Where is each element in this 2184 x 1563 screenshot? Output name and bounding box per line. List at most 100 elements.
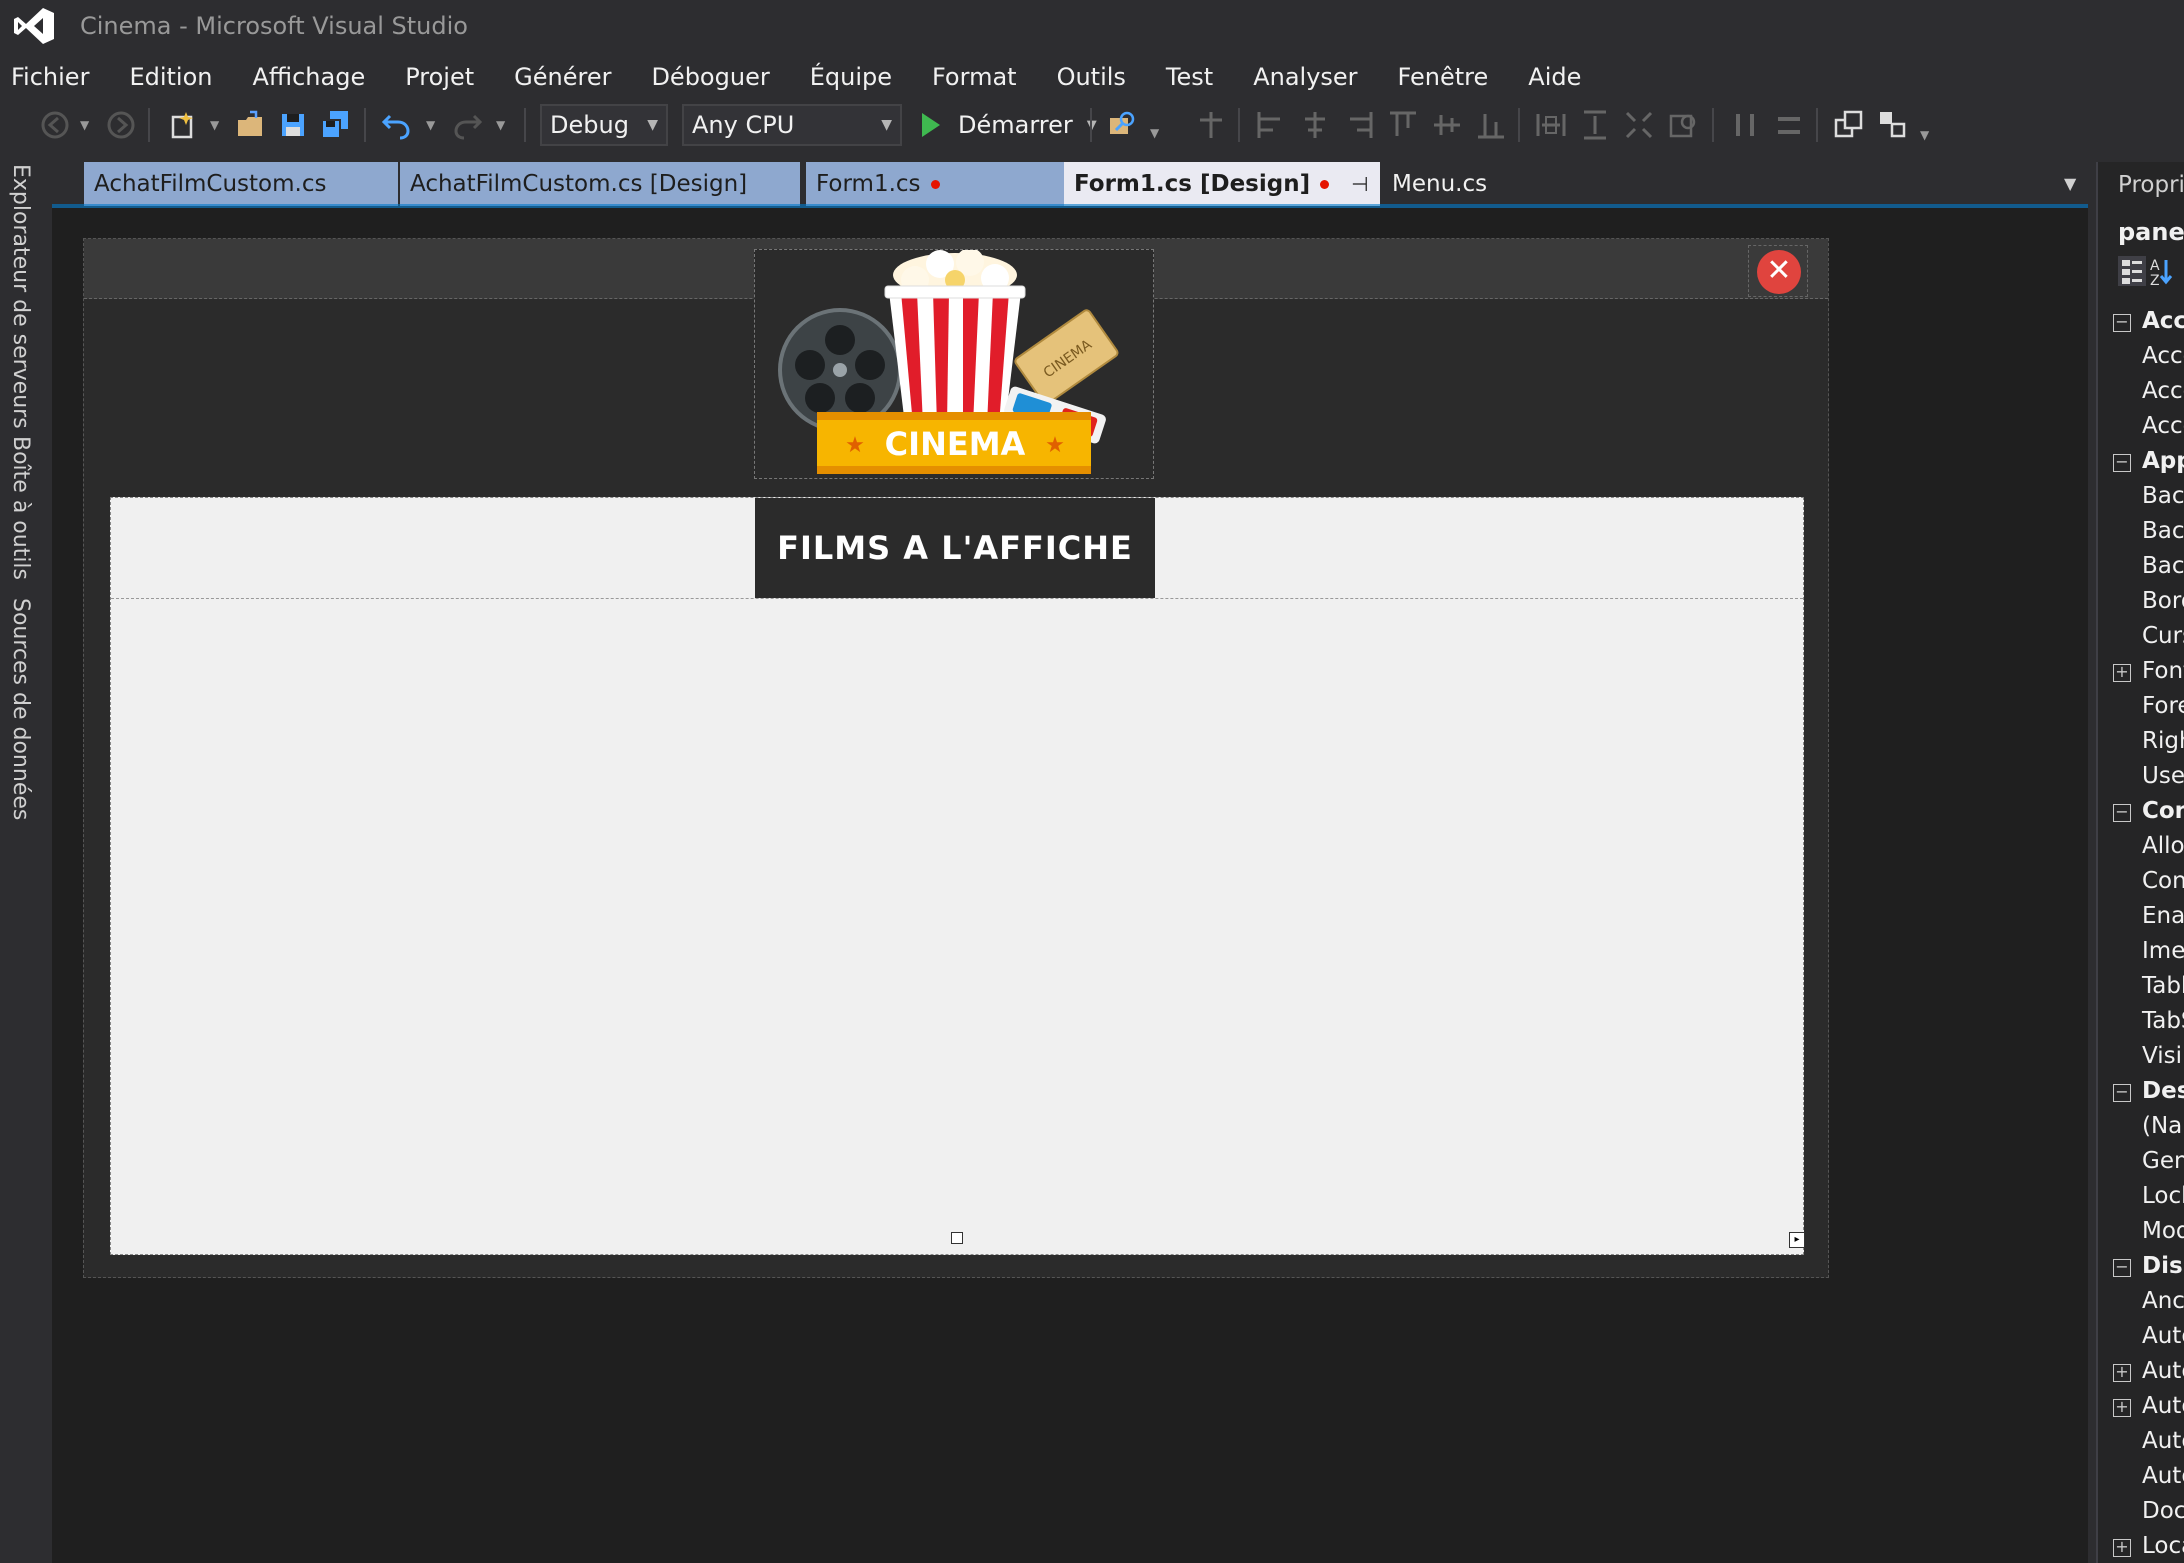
save-icon[interactable]	[276, 108, 310, 142]
navigate-forward-icon[interactable]	[104, 108, 138, 142]
property-row[interactable]: + Auto	[2098, 1356, 2184, 1391]
property-row[interactable]: Doc	[2098, 1496, 2184, 1531]
property-row[interactable]: Back	[2098, 516, 2184, 551]
property-row[interactable]: Auto	[2098, 1426, 2184, 1461]
toolbox-tab[interactable]: Boîte à outils	[8, 436, 33, 580]
property-row[interactable]: Tabl	[2098, 971, 2184, 1006]
property-row[interactable]: Auto	[2098, 1321, 2184, 1356]
property-row[interactable]: Righ	[2098, 726, 2184, 761]
collapse-icon[interactable]: −	[2113, 804, 2131, 822]
property-row[interactable]: Allo	[2098, 831, 2184, 866]
property-row[interactable]: Back	[2098, 481, 2184, 516]
property-row[interactable]: Enab	[2098, 901, 2184, 936]
property-row[interactable]: Ime	[2098, 936, 2184, 971]
form-close-button[interactable]: ✕	[1748, 245, 1808, 297]
collapse-icon[interactable]: −	[2113, 454, 2131, 472]
find-in-files-icon[interactable]	[1106, 108, 1140, 142]
redo-icon[interactable]	[450, 108, 484, 142]
align-bottoms-icon[interactable]	[1474, 108, 1508, 142]
property-row[interactable]: Acce	[2098, 376, 2184, 411]
menu-projet[interactable]: Projet	[385, 56, 494, 98]
pin-tab-icon[interactable]: ⊣	[1351, 172, 1368, 196]
align-centers-icon[interactable]	[1298, 108, 1332, 142]
expand-icon[interactable]: +	[2113, 664, 2131, 682]
property-row[interactable]: Anc	[2098, 1286, 2184, 1321]
menu-edition[interactable]: Edition	[109, 56, 232, 98]
data-sources-tab[interactable]: Sources de données	[8, 598, 33, 820]
films-content-area[interactable]	[111, 598, 1803, 1246]
collapse-icon[interactable]: −	[2113, 314, 2131, 332]
property-category[interactable]: −Disp	[2098, 1251, 2184, 1286]
align-tops-icon[interactable]	[1386, 108, 1420, 142]
alphabetical-view-icon[interactable]: A Z	[2150, 258, 2173, 288]
new-project-icon[interactable]	[166, 108, 200, 142]
send-to-back-icon[interactable]	[1876, 108, 1910, 142]
navigate-back-icon[interactable]	[38, 108, 72, 142]
property-row[interactable]: Back	[2098, 551, 2184, 586]
toolbar-overflow-icon[interactable]: ▼	[1920, 128, 1934, 142]
property-row[interactable]: Mod	[2098, 1216, 2184, 1251]
properties-selected-object[interactable]: panel1	[2118, 218, 2184, 246]
property-row[interactable]: + Auto	[2098, 1391, 2184, 1426]
films-panel[interactable]: FILMS A L'AFFICHE ▸	[110, 497, 1805, 1255]
start-debugging-button[interactable]: Démarrer ▼	[918, 104, 1097, 146]
property-row[interactable]: TabS	[2098, 1006, 2184, 1041]
menu-aide[interactable]: Aide	[1508, 56, 1601, 98]
toolbar-overflow-icon[interactable]: ▼	[1150, 126, 1164, 140]
expand-icon[interactable]: +	[2113, 1399, 2131, 1417]
property-row[interactable]: + Font	[2098, 656, 2184, 691]
bring-to-front-icon[interactable]	[1832, 108, 1866, 142]
solution-configuration-select[interactable]: Debug ▼	[540, 104, 668, 146]
new-project-dropdown-icon[interactable]: ▼	[210, 118, 224, 132]
align-to-grid-icon[interactable]	[1194, 108, 1228, 142]
property-category[interactable]: −App	[2098, 446, 2184, 481]
categorized-view-icon[interactable]	[2118, 256, 2146, 286]
property-row[interactable]: Acce	[2098, 341, 2184, 376]
property-row[interactable]: UseV	[2098, 761, 2184, 796]
expand-icon[interactable]: +	[2113, 1539, 2131, 1557]
undo-dropdown-icon[interactable]: ▼	[426, 118, 440, 132]
open-file-icon[interactable]	[234, 108, 268, 142]
make-same-height-icon[interactable]	[1578, 108, 1612, 142]
property-row[interactable]: + Loca	[2098, 1531, 2184, 1563]
menu-analyser[interactable]: Analyser	[1233, 56, 1377, 98]
property-row[interactable]: Curs	[2098, 621, 2184, 656]
menu-outils[interactable]: Outils	[1037, 56, 1146, 98]
resize-handle-bottom[interactable]	[951, 1232, 963, 1244]
form1-window[interactable]: CINEMA ★ ★ CINEMA ✕ FILMS A L'AFFICHE ▸	[83, 238, 1829, 1278]
align-lefts-icon[interactable]	[1254, 108, 1288, 142]
make-same-width-icon[interactable]	[1534, 108, 1568, 142]
menu-generer[interactable]: Générer	[494, 56, 631, 98]
size-to-grid-icon[interactable]	[1666, 108, 1700, 142]
property-row[interactable]: Cont	[2098, 866, 2184, 901]
back-dropdown-icon[interactable]: ▼	[80, 118, 94, 132]
property-row[interactable]: Lock	[2098, 1181, 2184, 1216]
collapse-icon[interactable]: −	[2113, 1259, 2131, 1277]
property-row[interactable]: Bord	[2098, 586, 2184, 621]
property-row[interactable]: Acce	[2098, 411, 2184, 446]
menu-equipe[interactable]: Équipe	[790, 56, 912, 98]
menu-fenetre[interactable]: Fenêtre	[1378, 56, 1509, 98]
tab-menu-cs[interactable]: Menu.cs	[1382, 162, 1582, 206]
horizontal-spacing-icon[interactable]	[1728, 108, 1762, 142]
property-category[interactable]: − Con	[2098, 796, 2184, 831]
menu-format[interactable]: Format	[912, 56, 1037, 98]
smart-tag-icon[interactable]: ▸	[1789, 1232, 1805, 1248]
redo-dropdown-icon[interactable]: ▼	[496, 118, 510, 132]
menu-fichier[interactable]: Fichier	[0, 56, 109, 98]
align-rights-icon[interactable]	[1342, 108, 1376, 142]
property-row[interactable]: Fore	[2098, 691, 2184, 726]
property-row[interactable]: Gen	[2098, 1146, 2184, 1181]
property-category[interactable]: − Acc	[2098, 306, 2184, 341]
tab-achatfilmcustom-design[interactable]: AchatFilmCustom.cs [Design]	[398, 162, 800, 206]
menu-test[interactable]: Test	[1146, 56, 1233, 98]
cinema-logo-picturebox[interactable]: CINEMA ★ ★ CINEMA	[754, 248, 1154, 479]
solution-platform-select[interactable]: Any CPU ▼	[682, 104, 902, 146]
vertical-spacing-icon[interactable]	[1772, 108, 1806, 142]
films-title-label[interactable]: FILMS A L'AFFICHE	[755, 498, 1155, 598]
server-explorer-tab[interactable]: Explorateur de serveurs	[8, 164, 33, 429]
undo-icon[interactable]	[380, 108, 414, 142]
tab-form1-design[interactable]: Form1.cs [Design] ⊣ ✕	[1064, 162, 1410, 206]
tab-form1-cs[interactable]: Form1.cs	[804, 162, 1064, 206]
tab-achatfilmcustom-cs[interactable]: AchatFilmCustom.cs	[84, 162, 446, 206]
